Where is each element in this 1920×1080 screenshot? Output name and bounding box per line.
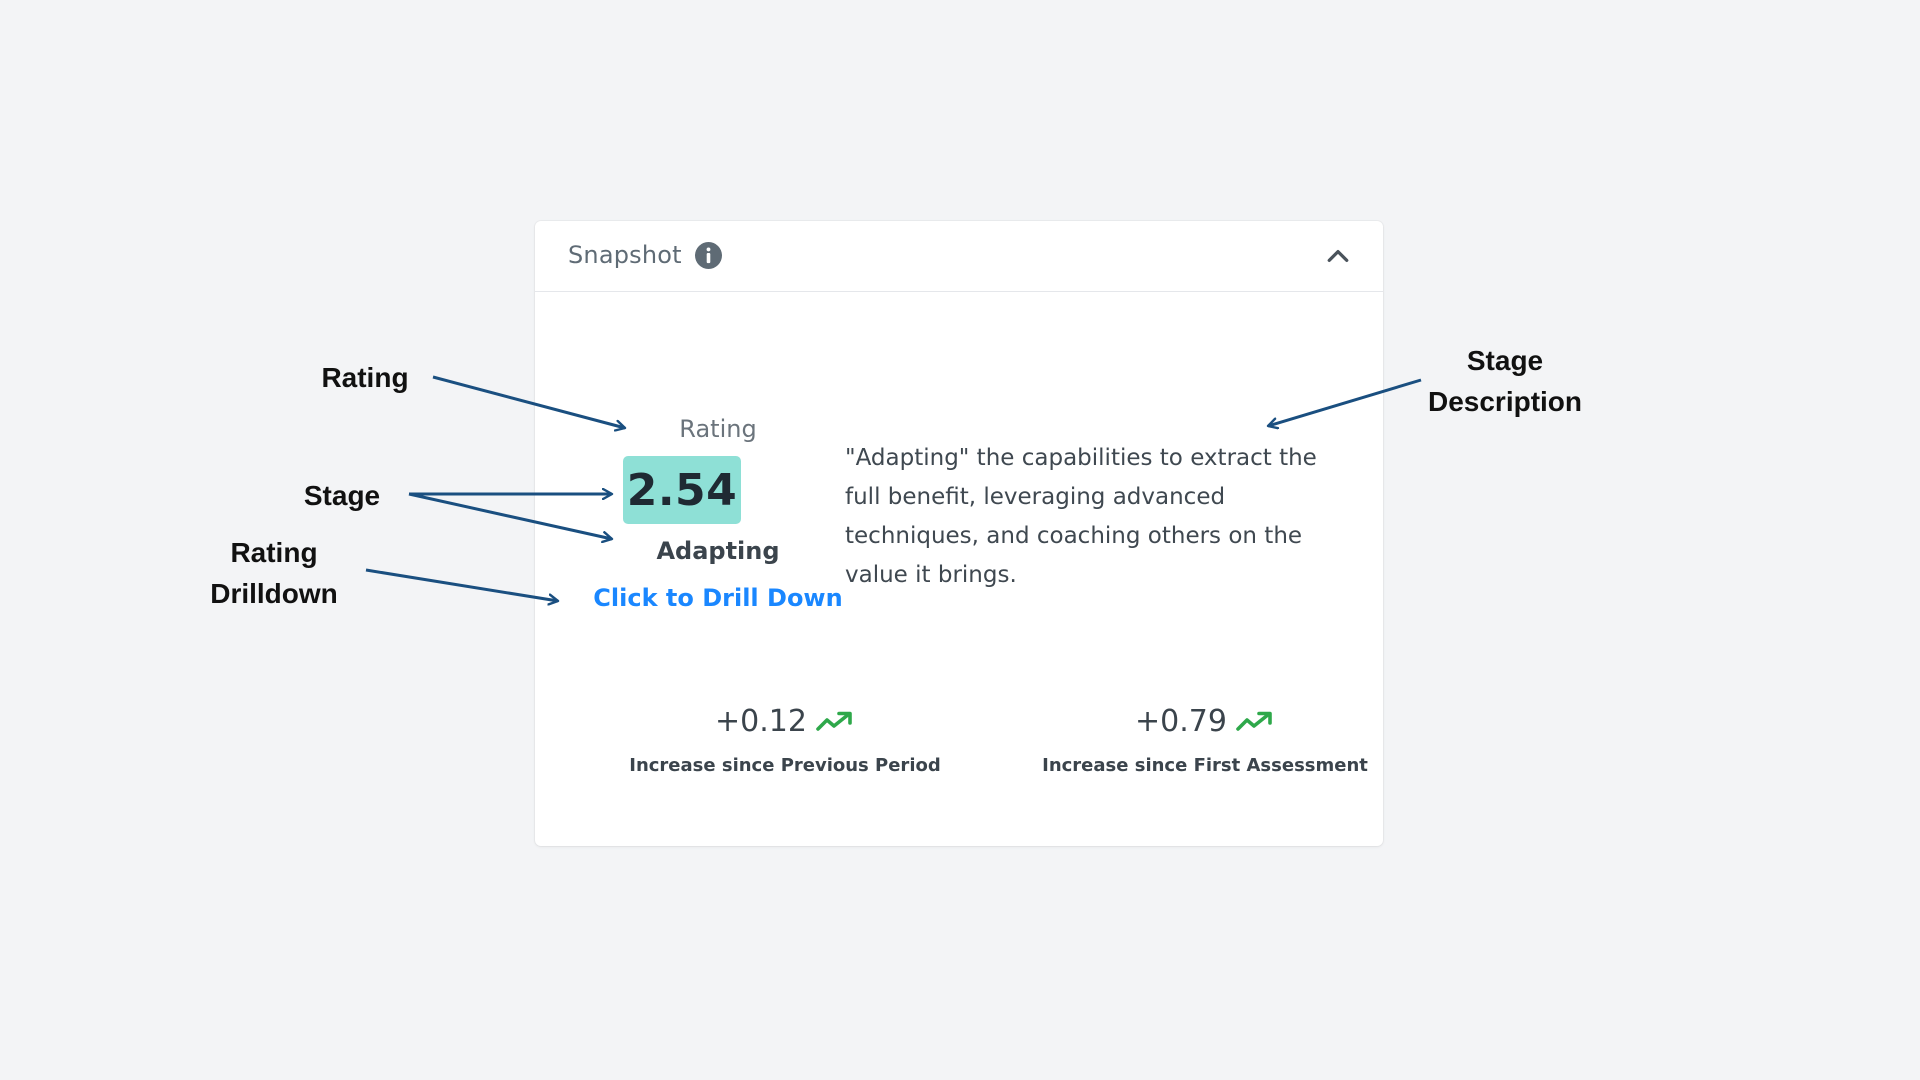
info-icon[interactable] — [695, 242, 722, 269]
annotation-description-line2: Description — [1427, 386, 1583, 417]
annotation-stage-description: Stage Description — [1415, 340, 1595, 422]
annotation-drilldown-line2: Drilldown — [210, 578, 338, 609]
metric-value-row: +0.12 — [590, 704, 980, 739]
rating-value: 2.54 — [626, 464, 738, 516]
card-title: Snapshot — [568, 241, 682, 269]
trending-up-icon — [816, 711, 852, 731]
stage-description: "Adapting" the capabilities to extract t… — [845, 445, 1317, 588]
metric-value: +0.12 — [715, 704, 807, 739]
metric-label: Increase since First Assessment — [1042, 755, 1368, 776]
annotation-stage: Stage — [282, 475, 402, 516]
annotation-drilldown-line1: Rating — [230, 537, 318, 568]
trending-up-icon — [1236, 711, 1272, 731]
card-header: Snapshot — [535, 221, 1383, 292]
metric-label: Increase since Previous Period — [629, 755, 941, 776]
metric-first-assessment: +0.79 Increase since First Assessment — [1005, 704, 1405, 776]
chevron-up-icon[interactable] — [1323, 241, 1353, 271]
arrow-drilldown — [365, 568, 558, 601]
annotation-rating-text: Rating — [321, 362, 409, 393]
snapshot-card: Snapshot Rating 2.54 Adapting Click to D… — [535, 221, 1383, 846]
rating-badge: 2.54 — [623, 456, 741, 524]
annotation-rating: Rating — [305, 357, 425, 398]
page-canvas: Snapshot Rating 2.54 Adapting Click to D… — [0, 0, 1920, 1080]
annotation-stage-text: Stage — [303, 480, 381, 511]
annotation-description-line1: Stage — [1466, 345, 1544, 376]
metric-previous-period: +0.12 Increase since Previous Period — [590, 704, 980, 776]
annotation-rating-drilldown: Rating Drilldown — [194, 532, 354, 614]
metric-value: +0.79 — [1135, 704, 1227, 739]
metric-value-row: +0.79 — [1005, 704, 1405, 739]
